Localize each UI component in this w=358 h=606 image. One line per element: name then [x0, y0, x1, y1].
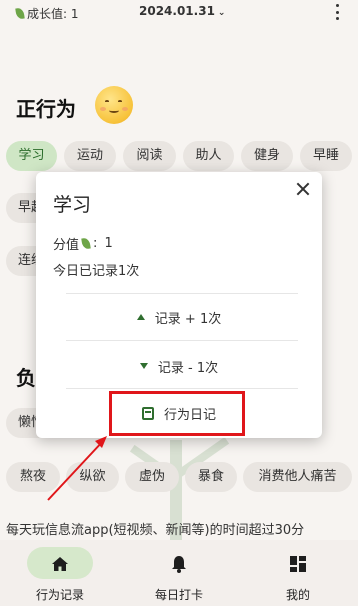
close-icon[interactable]: [294, 180, 312, 198]
growth-value: 成长值: 1: [15, 5, 79, 22]
record-minus-label: 记录 - 1次: [157, 360, 219, 376]
chip-stay-up-late[interactable]: 熬夜: [6, 462, 60, 492]
record-plus-button[interactable]: 记录 + 1次: [36, 305, 322, 329]
record-plus-label: 记录 + 1次: [154, 311, 222, 327]
growth-label: 成长值: 1: [27, 7, 79, 21]
divider: [66, 340, 298, 341]
date-label: 2024.01.31: [139, 4, 215, 18]
chip-overeating[interactable]: 暴食: [185, 462, 237, 492]
bell-icon: [172, 556, 186, 573]
leaf-icon: [81, 237, 91, 250]
chip-sleep-early[interactable]: 早睡: [300, 141, 352, 171]
home-icon: [52, 557, 68, 571]
chip-helping[interactable]: 助人: [183, 141, 234, 171]
bottom-navigation: 行为记录 每日打卡 我的: [0, 540, 358, 606]
positive-section-title: 正行为: [16, 97, 76, 121]
leaf-icon: [15, 7, 25, 20]
record-minus-button[interactable]: 记录 - 1次: [36, 354, 322, 378]
smile-emoji-icon: [95, 86, 133, 124]
date-selector[interactable]: 2024.01.31 ⌄: [139, 4, 225, 18]
status-header: 成长值: 1 2024.01.31 ⌄: [0, 0, 358, 26]
negative-section-title: 负: [16, 366, 36, 390]
today-count: 今日已记录1次: [53, 264, 140, 279]
nav-label: 行为记录: [35, 588, 84, 602]
divider: [66, 388, 298, 389]
dialog-title: 学习: [53, 194, 92, 216]
arrow-up-icon: [136, 314, 145, 320]
chip-reading[interactable]: 阅读: [123, 141, 176, 171]
chip-exercise[interactable]: 运动: [64, 141, 116, 171]
chip-study[interactable]: 学习: [6, 141, 57, 171]
nav-behavior-record[interactable]: 行为记录: [0, 540, 120, 606]
nav-label: 我的: [285, 588, 310, 602]
chip-hypocrisy[interactable]: 虚伪: [125, 462, 179, 492]
score-value: 1: [104, 236, 113, 251]
chip-indulgence[interactable]: 纵欲: [66, 462, 119, 492]
highlight-box: [109, 391, 245, 436]
more-menu-icon[interactable]: [334, 4, 340, 20]
nav-mine[interactable]: 我的: [238, 540, 358, 606]
score-label: 分值: [53, 238, 80, 253]
nav-daily-checkin[interactable]: 每日打卡: [119, 540, 239, 606]
divider: [66, 293, 298, 294]
chip-consume-others-pain[interactable]: 消费他人痛苦: [243, 462, 352, 492]
chip-fitness[interactable]: 健身: [241, 141, 293, 171]
dashboard-icon: [290, 556, 306, 572]
arrow-down-icon: [139, 363, 148, 369]
nav-label: 每日打卡: [154, 588, 203, 602]
chevron-down-icon: ⌄: [217, 8, 226, 18]
score-row: 分值 : 1: [53, 236, 113, 253]
